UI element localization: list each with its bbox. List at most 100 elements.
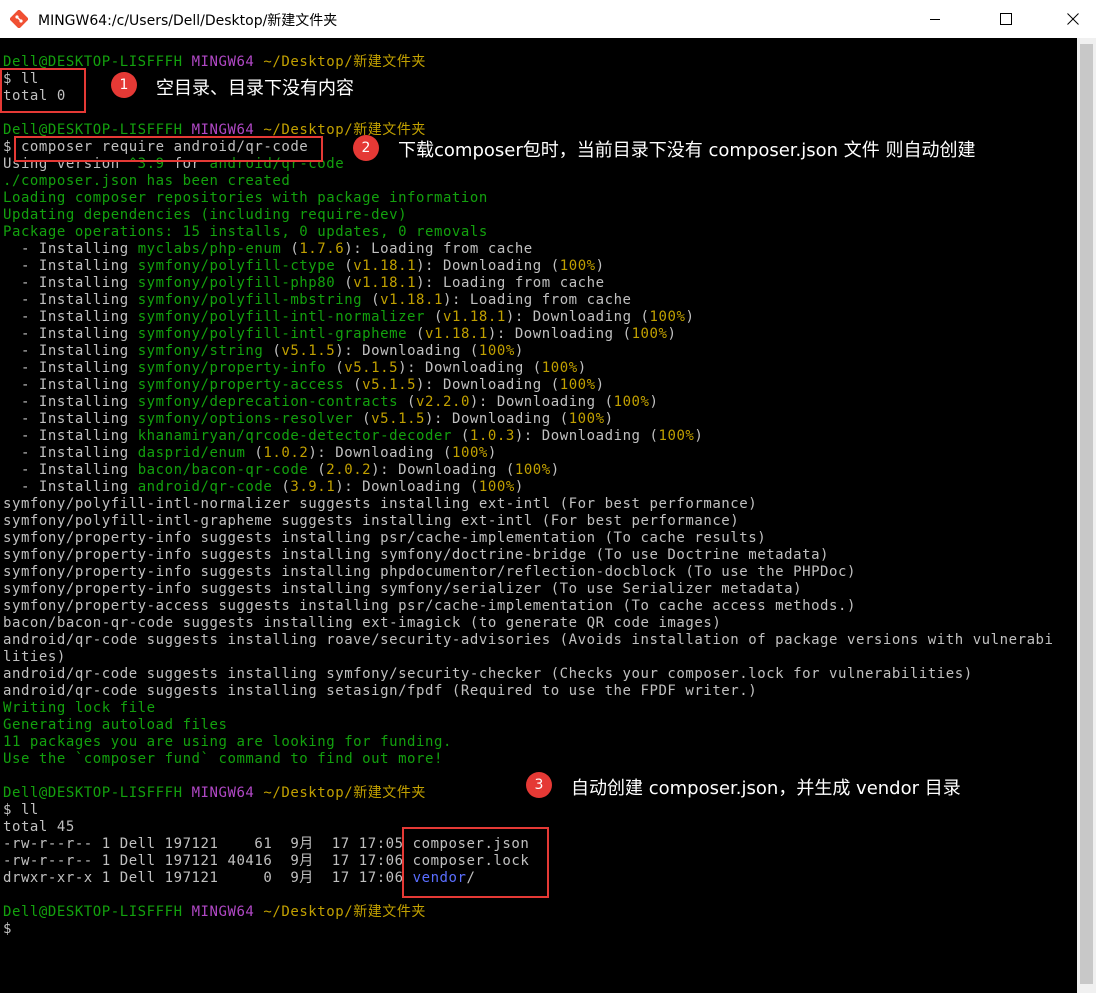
terminal-segment: ): Downloading ( bbox=[425, 411, 569, 427]
terminal-segment: 100% bbox=[613, 394, 650, 410]
terminal-segment: 100% bbox=[559, 258, 596, 274]
terminal-segment: symfony/polyfill-intl-grapheme bbox=[137, 326, 408, 342]
terminal-segment: 2.0.2 bbox=[326, 462, 372, 478]
terminal-segment: - Installing bbox=[3, 241, 138, 257]
terminal-segment: ) bbox=[487, 445, 497, 461]
terminal-segment: v1.18.1 bbox=[353, 275, 417, 291]
terminal-line: Updating dependencies (including require… bbox=[3, 207, 1054, 224]
terminal-segment: ~/Desktop/新建文件夹 bbox=[263, 54, 426, 70]
terminal-segment: ( bbox=[326, 360, 345, 376]
terminal-segment: Dell@DESKTOP-LISFFFH bbox=[3, 785, 192, 801]
terminal-line: - Installing khanamiryan/qrcode-detector… bbox=[3, 428, 1054, 445]
terminal-segment: ( bbox=[245, 445, 264, 461]
terminal-segment: ( bbox=[335, 275, 354, 291]
close-button[interactable] bbox=[1050, 0, 1096, 38]
terminal-segment: MINGW64 bbox=[191, 785, 264, 801]
terminal-segment: ) bbox=[595, 258, 605, 274]
annotation-note-1: 空目录、目录下没有内容 bbox=[156, 78, 354, 99]
terminal-segment: Updating dependencies (including require… bbox=[3, 207, 408, 223]
terminal-segment: ) bbox=[514, 479, 524, 495]
terminal-segment: Writing lock file bbox=[3, 700, 156, 716]
terminal-segment: ( bbox=[344, 377, 363, 393]
terminal-segment: dasprid/enum bbox=[137, 445, 246, 461]
terminal-segment: Package operations: 15 installs, 0 updat… bbox=[3, 224, 488, 240]
terminal-segment: myclabs/php-enum bbox=[137, 241, 282, 257]
terminal-segment: v2.2.0 bbox=[416, 394, 470, 410]
terminal-segment: ( bbox=[308, 462, 327, 478]
terminal-segment: ( bbox=[353, 411, 372, 427]
terminal-line: symfony/property-info suggests installin… bbox=[3, 564, 1054, 581]
terminal-segment: bacon/bacon-qr-code bbox=[137, 462, 309, 478]
terminal-segment: ~/Desktop/新建文件夹 bbox=[263, 785, 426, 801]
annotation-box-2 bbox=[14, 136, 323, 162]
terminal-line: ./composer.json has been created bbox=[3, 173, 1054, 190]
terminal-line: 11 packages you are using are looking fo… bbox=[3, 734, 1054, 751]
terminal-segment: 100% bbox=[631, 326, 668, 342]
terminal-segment: drwxr-xr-x 1 Dell 197121 0 9月 17 17:06 bbox=[3, 870, 413, 886]
terminal-segment: symfony/property-info suggests installin… bbox=[3, 581, 803, 597]
terminal-segment: symfony/polyfill-intl-grapheme suggests … bbox=[3, 513, 740, 529]
terminal-segment: v1.18.1 bbox=[425, 326, 488, 342]
vertical-scrollbar[interactable] bbox=[1077, 38, 1096, 993]
terminal-segment: - Installing bbox=[3, 258, 138, 274]
terminal-segment: Generating autoload files bbox=[3, 717, 228, 733]
terminal-segment: ): Downloading ( bbox=[505, 309, 650, 325]
annotation-note-2: 下载composer包时，当前目录下没有 composer.json 文件 则自… bbox=[398, 140, 976, 161]
terminal-segment: ( bbox=[425, 309, 443, 325]
terminal-segment: 11 packages you are using are looking fo… bbox=[3, 734, 452, 750]
terminal-line: Generating autoload files bbox=[3, 717, 1054, 734]
terminal-line: symfony/property-info suggests installin… bbox=[3, 581, 1054, 598]
terminal-segment: 1.0.2 bbox=[263, 445, 309, 461]
terminal-segment: Loading composer repositories with packa… bbox=[3, 190, 488, 206]
terminal-segment: ( bbox=[362, 292, 381, 308]
terminal-segment: ) bbox=[604, 411, 614, 427]
terminal-line: $ ll bbox=[3, 802, 1054, 819]
terminal-line: symfony/property-info suggests installin… bbox=[3, 547, 1054, 564]
terminal-segment: - Installing bbox=[3, 428, 138, 444]
terminal-segment: 100% bbox=[478, 343, 515, 359]
terminal-line: - Installing symfony/options-resolver (v… bbox=[3, 411, 1054, 428]
terminal-segment: ): Downloading ( bbox=[308, 445, 452, 461]
terminal-line: symfony/polyfill-intl-normalizer suggest… bbox=[3, 496, 1054, 513]
annotation-badge-1: 1 bbox=[111, 72, 137, 98]
terminal-segment: symfony/property-access suggests install… bbox=[3, 598, 856, 614]
terminal-segment: ~/Desktop/新建文件夹 bbox=[263, 904, 426, 920]
terminal-segment: ) bbox=[685, 309, 695, 325]
terminal-segment: v5.1.5 bbox=[371, 411, 426, 427]
terminal-line: Writing lock file bbox=[3, 700, 1054, 717]
terminal-segment: - Installing bbox=[3, 343, 138, 359]
terminal-line: - Installing symfony/string (v5.1.5): Do… bbox=[3, 343, 1054, 360]
terminal-line: - Installing symfony/property-info (v5.1… bbox=[3, 360, 1054, 377]
scrollbar-thumb[interactable] bbox=[1080, 44, 1093, 984]
close-icon bbox=[1067, 13, 1079, 25]
terminal-segment: 100% bbox=[559, 377, 596, 393]
terminal-segment: Use the `composer fund` command to find … bbox=[3, 751, 443, 767]
terminal-segment: - Installing bbox=[3, 360, 138, 376]
maximize-button[interactable] bbox=[983, 0, 1029, 38]
terminal-segment: Dell@DESKTOP-LISFFFH bbox=[3, 904, 192, 920]
terminal-line: symfony/property-access suggests install… bbox=[3, 598, 1054, 615]
annotation-box-3 bbox=[402, 827, 549, 898]
terminal-segment: symfony/polyfill-php80 bbox=[137, 275, 336, 291]
terminal-segment: ): Loading from cache bbox=[442, 292, 632, 308]
terminal-segment: - Installing bbox=[3, 309, 138, 325]
terminal-line: bacon/bacon-qr-code suggests installing … bbox=[3, 615, 1054, 632]
terminal-segment: v1.18.1 bbox=[353, 258, 417, 274]
terminal-segment: 1.7.6 bbox=[299, 241, 345, 257]
terminal-segment: symfony/string bbox=[137, 343, 264, 359]
terminal-segment: - Installing bbox=[3, 479, 138, 495]
minimize-button[interactable] bbox=[912, 0, 958, 38]
terminal-segment: ) bbox=[577, 360, 587, 376]
terminal-segment: - Installing bbox=[3, 411, 138, 427]
minimize-icon bbox=[930, 19, 940, 20]
window-title-bar[interactable]: MINGW64:/c/Users/Dell/Desktop/新建文件夹 bbox=[0, 0, 1096, 39]
terminal-segment: 100% bbox=[478, 479, 515, 495]
terminal-segment: ./composer.json has been created bbox=[3, 173, 291, 189]
terminal-segment: ): Downloading ( bbox=[335, 343, 479, 359]
terminal-segment: ): Downloading ( bbox=[335, 479, 479, 495]
terminal-line: Dell@DESKTOP-LISFFFH MINGW64 ~/Desktop/新… bbox=[3, 54, 1054, 71]
terminal-line: - Installing symfony/polyfill-intl-norma… bbox=[3, 309, 1054, 326]
terminal-line: - Installing symfony/polyfill-php80 (v1.… bbox=[3, 275, 1054, 292]
terminal-line: - Installing android/qr-code (3.9.1): Do… bbox=[3, 479, 1054, 496]
